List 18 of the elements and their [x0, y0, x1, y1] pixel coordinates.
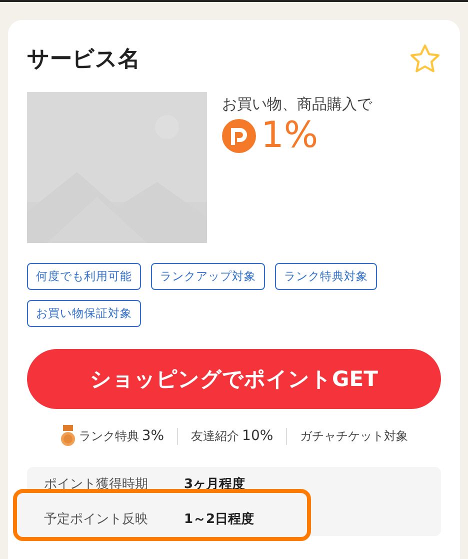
perk-label: ガチャチケット対象 — [300, 428, 408, 444]
shopping-button[interactable]: ショッピングでポイントGET — [27, 349, 441, 409]
service-title: サービス名 — [27, 46, 140, 74]
perk-value: 10% — [242, 428, 274, 444]
feature-tag: ランク特典対象 — [275, 263, 377, 290]
point-rate: 1% — [261, 118, 318, 154]
point-icon — [222, 119, 256, 153]
perk-label: ランク特典 — [78, 428, 139, 444]
info-label: ポイント獲得時期 — [44, 476, 149, 494]
feature-tag: ランクアップ対象 — [151, 263, 265, 290]
info-label: 予定ポイント反映 — [44, 511, 149, 529]
feature-tag: お買い物保証対象 — [27, 300, 141, 327]
info-value: 1～2日程度 — [184, 510, 254, 529]
perk-label: 友達紹介 — [191, 428, 240, 444]
condition-text: お買い物、商品購入で — [222, 95, 372, 114]
medal-icon — [60, 425, 76, 447]
perk-value: 3% — [142, 428, 164, 444]
feature-tag: 何度でも利用可能 — [27, 263, 141, 290]
